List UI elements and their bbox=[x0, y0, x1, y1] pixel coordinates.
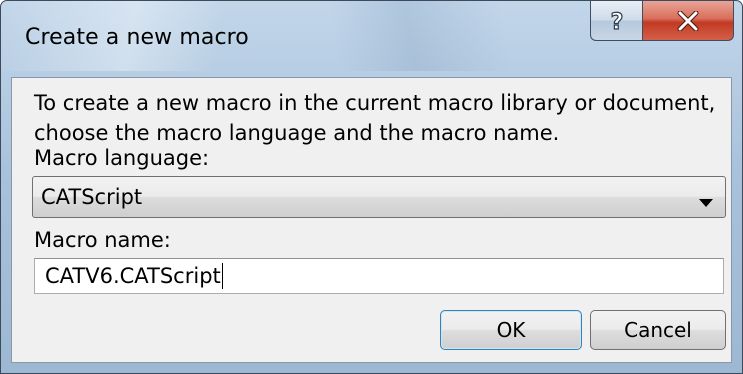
dialog-client-area: To create a new macro in the current mac… bbox=[11, 77, 732, 363]
svg-text:?: ? bbox=[610, 10, 623, 34]
caption-buttons: ? bbox=[590, 1, 734, 41]
help-button[interactable]: ? bbox=[590, 1, 642, 41]
macro-language-value: CATScript bbox=[41, 185, 143, 209]
instructions-line: choose the macro language and the macro … bbox=[34, 121, 560, 145]
macro-name-text: CATV6.CATScript bbox=[45, 264, 221, 288]
macro-name-label: Macro name: bbox=[34, 228, 171, 252]
cancel-button[interactable]: Cancel bbox=[590, 310, 726, 350]
macro-name-input[interactable]: CATV6.CATScript bbox=[34, 258, 724, 294]
close-x-icon bbox=[677, 10, 699, 31]
window-title: Create a new macro bbox=[25, 25, 249, 50]
close-button[interactable] bbox=[642, 1, 734, 41]
ok-button[interactable]: OK bbox=[440, 310, 582, 350]
text-caret bbox=[221, 263, 223, 289]
macro-name-value: CATV6.CATScript bbox=[45, 263, 223, 289]
macro-language-dropdown[interactable]: CATScript bbox=[32, 176, 726, 218]
title-bar[interactable]: Create a new macro ? bbox=[1, 1, 742, 75]
macro-language-label: Macro language: bbox=[34, 146, 210, 170]
instructions-text: To create a new macro in the current mac… bbox=[34, 88, 734, 148]
question-mark-icon: ? bbox=[606, 8, 628, 34]
dropdown-arrow-icon bbox=[699, 193, 713, 212]
instructions-line: To create a new macro in the current mac… bbox=[34, 91, 716, 115]
dialog-window: Create a new macro ? To create a new mac… bbox=[0, 0, 743, 374]
